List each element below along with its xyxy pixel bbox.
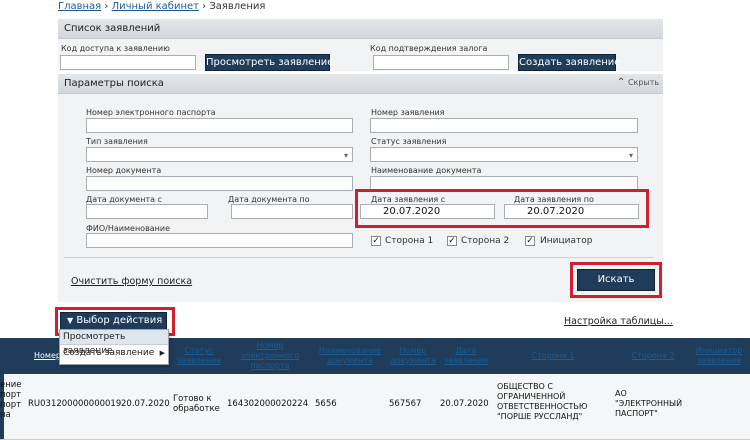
col-header-doc-name[interactable]: Наименование документа <box>313 346 387 366</box>
divider <box>64 257 654 258</box>
breadcrumb-separator: › <box>104 1 109 12</box>
table-settings-link[interactable]: Настройка таблицы... <box>564 316 673 327</box>
cell-side1: ОБЩЕСТВО С ОГРАНИЧЕННОЙ ОТВЕТСТВЕННОСТЬЮ… <box>497 382 588 421</box>
app-date-from-input[interactable]: 20.07.2020 <box>360 204 495 219</box>
create-application-button[interactable]: Создать заявление <box>518 54 620 71</box>
initiator-label: Инициатор <box>540 236 593 246</box>
cell-status: Готово к обработке <box>173 394 220 414</box>
triangle-down-icon: ▼ <box>67 316 74 325</box>
col-header-number[interactable]: Номер <box>34 351 61 361</box>
cell-doc-name: 5656 <box>315 399 337 409</box>
col-header-side1[interactable]: Сторона 1 <box>510 351 596 361</box>
cell-doc-number: 567567 <box>389 399 422 409</box>
cell-cut-off: ение портпорт на <box>0 380 22 420</box>
col-header-passport[interactable]: Номер электронного паспорта <box>236 341 304 371</box>
access-code-input[interactable] <box>60 55 196 70</box>
cell-date: 20.07.2020 <box>121 399 170 409</box>
col-header-side2[interactable]: Сторона 2 <box>610 351 696 361</box>
col-header-doc-number[interactable]: Номер документа <box>389 346 437 366</box>
choose-action-label: Выбор действия <box>76 315 163 326</box>
col-header-status[interactable]: Статус заявления <box>176 346 222 366</box>
pledge-code-input[interactable] <box>373 55 509 70</box>
fio-input[interactable] <box>86 233 353 248</box>
side2-checkbox[interactable]: ✓ <box>447 236 457 246</box>
application-number-input[interactable] <box>370 118 638 133</box>
side2-label: Сторона 2 <box>461 236 510 246</box>
application-status-select[interactable] <box>370 147 638 162</box>
menu-item-create-label: Создать заявление <box>63 348 155 358</box>
side1-label: Сторона 1 <box>385 236 434 246</box>
side1-checkbox[interactable]: ✓ <box>371 236 381 246</box>
cell-app-date: 20.07.2020 <box>440 399 489 409</box>
application-number-label: Номер заявления <box>371 108 445 117</box>
cell-side2: АО "ЭЛЕКТРОННЫЙ ПАСПОРТ" <box>615 389 683 418</box>
initiator-checkbox[interactable]: ✓ <box>525 236 535 246</box>
menu-item-view[interactable]: Просмотреть заявление <box>60 330 168 356</box>
menu-item-create[interactable]: Создать заявление ▶ <box>60 345 168 362</box>
document-name-label: Наименование документа <box>371 166 482 175</box>
breadcrumb-cabinet-link[interactable]: Личный кабинет <box>112 1 199 12</box>
collapse-toggle[interactable]: ⌃ Скрыть <box>617 77 659 89</box>
breadcrumb-current: Заявления <box>209 1 266 12</box>
cell-passport: 164302000020224 <box>227 399 309 409</box>
breadcrumb-separator: › <box>202 1 207 12</box>
clear-form-link[interactable]: Очистить форму поиска <box>71 276 192 287</box>
access-code-label: Код доступа к заявлению <box>61 44 170 53</box>
action-menu: Просмотреть заявление Создать заявление … <box>59 329 169 365</box>
view-application-button[interactable]: Просмотреть заявление <box>205 54 333 71</box>
document-number-input[interactable] <box>86 176 353 191</box>
choose-action-button[interactable]: ▼ Выбор действия <box>60 312 167 330</box>
doc-date-from-input[interactable] <box>86 204 208 219</box>
search-panel-title: Параметры поиска <box>58 74 663 94</box>
breadcrumb: Главная › Личный кабинет › Заявления <box>58 0 265 13</box>
cell-app-number: RU031200000000019 <box>28 399 122 409</box>
application-status-label: Статус заявления <box>371 137 447 146</box>
col-header-initiator[interactable]: Инициатор заявления <box>692 346 746 366</box>
submenu-arrow-icon: ▶ <box>159 349 165 357</box>
passport-number-label: Номер электронного паспорта <box>86 108 216 117</box>
application-type-select[interactable] <box>86 147 353 162</box>
collapse-label: Скрыть <box>627 78 660 87</box>
doc-date-to-input[interactable] <box>231 204 353 219</box>
chevron-up-icon: ⌃ <box>617 77 626 88</box>
pledge-code-label: Код подтверждения залога <box>370 44 488 53</box>
document-number-label: Номер документа <box>86 166 162 175</box>
application-type-label: Тип заявления <box>86 137 148 146</box>
search-button[interactable]: Искать <box>577 269 655 291</box>
col-header-app-date[interactable]: Дата заявления <box>441 346 491 366</box>
passport-number-input[interactable] <box>86 118 353 133</box>
list-panel-title: Список заявлений <box>58 19 663 39</box>
breadcrumb-home-link[interactable]: Главная <box>58 1 101 12</box>
app-date-to-input[interactable]: 20.07.2020 <box>504 204 639 219</box>
